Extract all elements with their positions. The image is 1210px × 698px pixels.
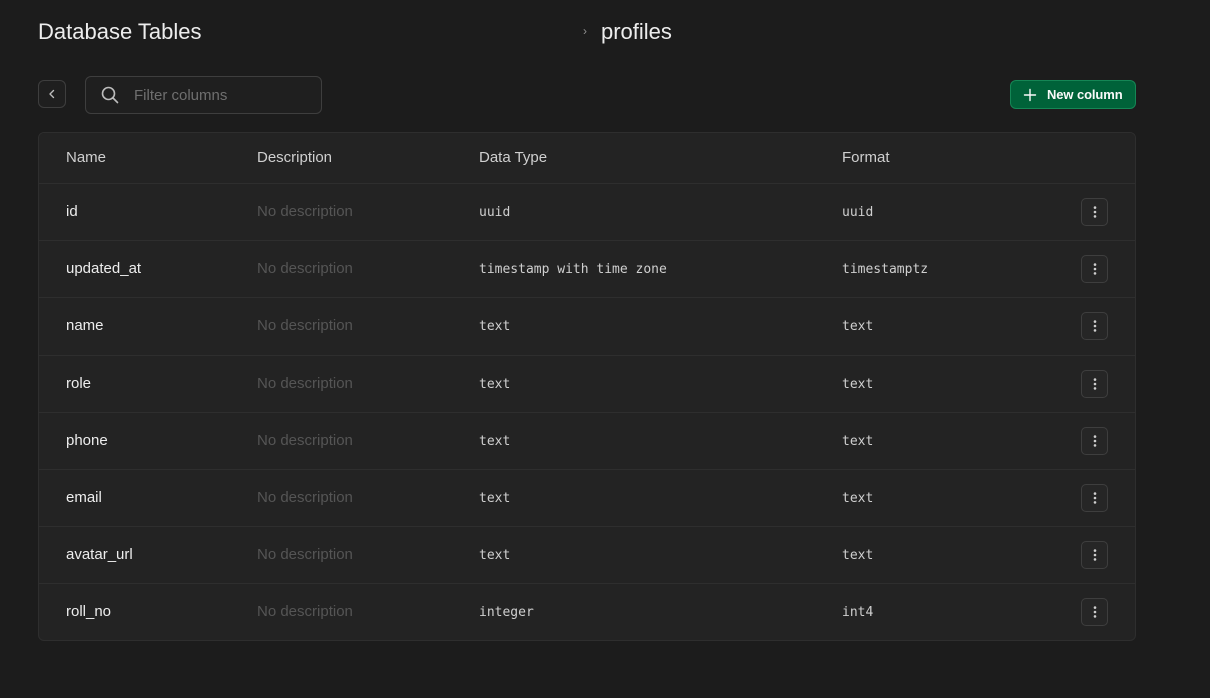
search-input[interactable] [132, 85, 306, 105]
column-data-type: text [479, 490, 511, 506]
plus-icon [1023, 88, 1037, 102]
table-row: roll_no No description integer int4 [39, 584, 1135, 640]
table-row: email No description text text [39, 470, 1135, 528]
column-description: No description [257, 203, 353, 220]
row-actions-button[interactable] [1081, 369, 1108, 398]
table-row: name No description text text [39, 298, 1135, 356]
row-actions-button[interactable] [1081, 426, 1108, 455]
column-description: No description [257, 431, 353, 449]
table-row: phone No description text text [39, 413, 1135, 470]
header-data-type: Data Type [479, 149, 548, 166]
new-column-label: New column [1047, 87, 1123, 102]
table-row: role No description text text [39, 356, 1135, 413]
more-vertical-icon [1093, 549, 1096, 561]
row-actions-button[interactable] [1081, 541, 1108, 570]
more-vertical-icon [1093, 435, 1096, 447]
column-description: No description [257, 488, 353, 506]
column-format: uuid [842, 205, 874, 220]
column-description: No description [257, 317, 353, 335]
column-name: updated_at [66, 260, 142, 278]
column-description: No description [257, 603, 353, 621]
search-field[interactable] [85, 76, 322, 114]
page-title: Database Tables [38, 19, 202, 44]
more-vertical-icon [1093, 377, 1096, 390]
header-name: Name [66, 149, 107, 166]
columns-table: Name Description Data Type Format id No d… [38, 132, 1136, 641]
table-row: id No description uuid uuid [39, 184, 1135, 242]
table-row: updated_at No description timestamp with t… [39, 241, 1135, 299]
column-description: No description [257, 546, 353, 564]
table-row: avatar_url No description text text [39, 527, 1135, 585]
row-actions-button[interactable] [1081, 198, 1108, 226]
row-actions-button[interactable] [1081, 312, 1108, 341]
column-data-type: text [479, 433, 511, 449]
column-name: id [66, 203, 78, 220]
breadcrumb-current-table: profiles [601, 19, 672, 44]
header-description: Description [257, 149, 333, 166]
more-vertical-icon [1093, 263, 1096, 275]
column-description: No description [257, 260, 353, 278]
column-format: text [842, 433, 874, 449]
new-column-button[interactable]: New column [1010, 80, 1136, 109]
column-data-type: text [479, 376, 511, 392]
column-name: phone [66, 431, 108, 449]
table-header: Name Description Data Type Format [39, 133, 1135, 184]
column-name: email [66, 488, 102, 506]
table-body: id No description uuid uuid updated_at No des… [39, 184, 1135, 640]
column-format: text [842, 548, 874, 564]
column-name: avatar_url [66, 546, 133, 564]
breadcrumb-separator: › [583, 24, 587, 38]
column-description: No description [257, 374, 353, 392]
column-data-type: timestamp with time zone [479, 262, 667, 278]
more-vertical-icon [1093, 606, 1096, 619]
column-data-type: uuid [479, 205, 511, 220]
column-format: text [842, 490, 874, 506]
more-vertical-icon [1093, 206, 1096, 218]
chevron-left-icon [49, 89, 55, 99]
column-format: text [842, 376, 874, 392]
row-actions-button[interactable] [1081, 598, 1108, 627]
header-format: Format [842, 149, 890, 166]
column-data-type: integer [479, 605, 534, 621]
more-vertical-icon [1093, 320, 1096, 333]
row-actions-button[interactable] [1081, 255, 1108, 284]
column-name: name [66, 317, 104, 335]
column-data-type: text [479, 319, 511, 335]
back-button[interactable] [38, 80, 66, 108]
column-format: timestamptz [842, 262, 929, 278]
column-format: int4 [842, 605, 874, 621]
row-actions-button[interactable] [1081, 483, 1108, 512]
more-vertical-icon [1093, 492, 1096, 504]
column-name: roll_no [66, 603, 112, 621]
column-format: text [842, 319, 874, 335]
search-icon [100, 85, 120, 105]
column-data-type: text [479, 548, 511, 564]
column-name: role [66, 374, 92, 392]
